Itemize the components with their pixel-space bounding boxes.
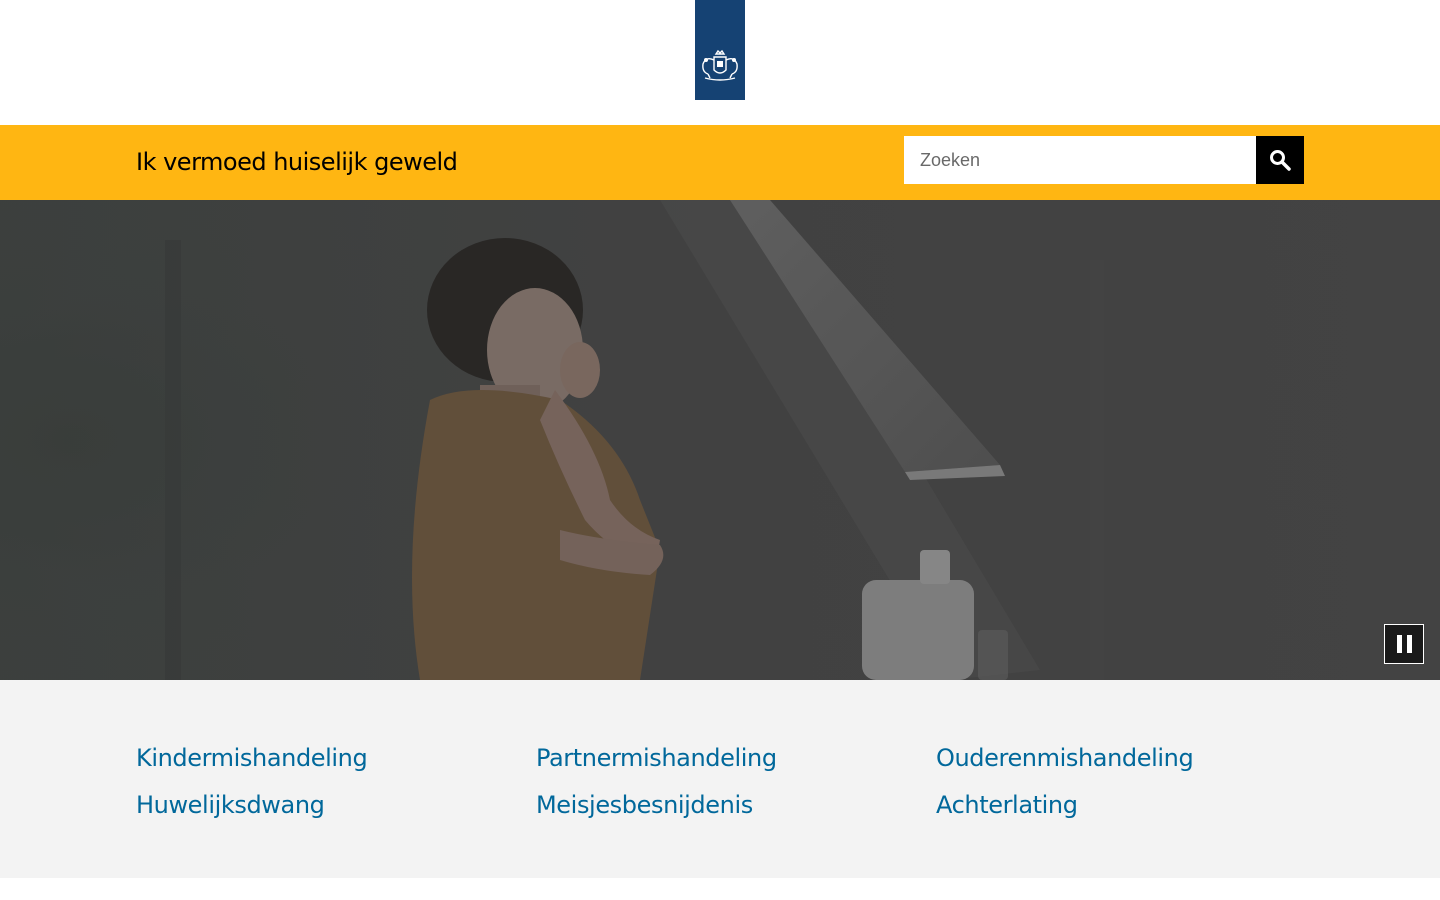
hero-video — [0, 200, 1440, 680]
topic-link-partnermishandeling[interactable]: Partnermishandeling — [536, 743, 777, 773]
topic-link-achterlating[interactable]: Achterlating — [936, 790, 1078, 820]
rijksoverheid-logo[interactable] — [695, 0, 745, 100]
topic-link-ouderenmishandeling[interactable]: Ouderenmishandeling — [936, 743, 1194, 773]
header-band: Ik vermoed huiselijk geweld — [0, 125, 1440, 200]
topic-link-huwelijksdwang[interactable]: Huwelijksdwang — [136, 790, 325, 820]
topic-link-kindermishandeling[interactable]: Kindermishandeling — [136, 743, 368, 773]
coat-of-arms-icon — [702, 49, 738, 81]
topics-section: Kindermishandeling Partnermishandeling O… — [0, 680, 1440, 878]
pause-icon — [1396, 635, 1402, 653]
pause-button[interactable] — [1384, 624, 1424, 664]
search-button[interactable] — [1256, 136, 1304, 184]
site-title[interactable]: Ik vermoed huiselijk geweld — [136, 146, 458, 178]
logo-bar — [0, 0, 1440, 125]
search-icon — [1270, 150, 1291, 171]
search-input[interactable] — [904, 136, 1256, 184]
hero-image — [0, 200, 1440, 680]
topic-link-meisjesbesnijdenis[interactable]: Meisjesbesnijdenis — [536, 790, 753, 820]
pause-icon-bar — [1406, 635, 1412, 653]
